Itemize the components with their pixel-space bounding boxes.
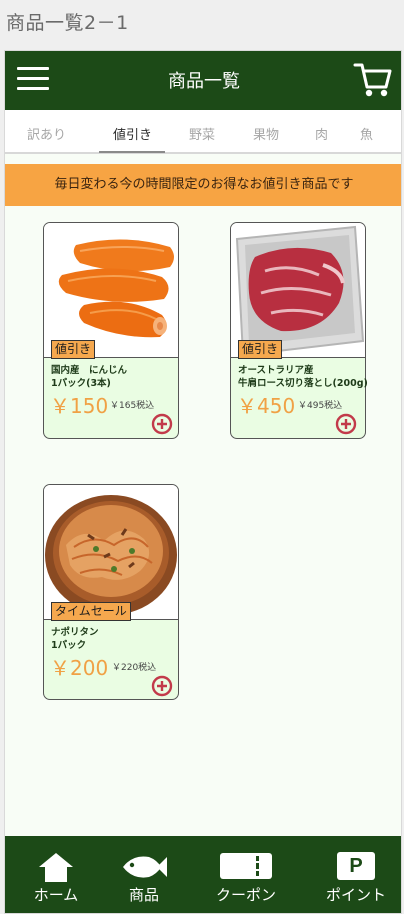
nav-point-label: ポイント: [325, 886, 386, 904]
tab-meat[interactable]: 肉: [315, 124, 328, 143]
add-to-cart-plus-icon[interactable]: [151, 413, 173, 435]
nav-point[interactable]: P ポイント: [311, 836, 401, 913]
tab-fruits[interactable]: 果物: [253, 124, 279, 143]
nav-coupon[interactable]: クーポン: [201, 836, 291, 913]
point-icon: P: [311, 852, 401, 882]
tab-discount[interactable]: 値引き: [113, 124, 152, 143]
fish-icon: [99, 852, 189, 882]
product-name: 国内産 にんじん 1パック(3本): [51, 365, 128, 389]
point-glyph: P: [337, 852, 375, 880]
nav-products-label: 商品: [128, 886, 159, 904]
page-title: 商品一覧: [168, 71, 240, 92]
home-icon: [11, 852, 101, 882]
product-card[interactable]: タイムセール ナポリタン 1パック ￥200 ￥220税込: [43, 484, 179, 700]
product-image-beef: [231, 223, 365, 358]
product-price: ￥150: [50, 394, 109, 418]
add-to-cart-plus-icon[interactable]: [335, 413, 357, 435]
product-price: ￥450: [237, 394, 296, 418]
product-tax-price: ￥220税込: [112, 663, 157, 673]
nav-home-label: ホーム: [33, 886, 79, 904]
tab-wakeari[interactable]: 訳あり: [27, 124, 66, 143]
cart-icon[interactable]: [353, 61, 393, 99]
active-tab-indicator: [99, 151, 165, 153]
product-card[interactable]: 値引き 国内産 にんじん 1パック(3本) ￥150 ￥165税込: [43, 222, 179, 439]
product-image-carrots: [44, 223, 178, 358]
time-sale-tag: タイムセール: [51, 602, 131, 621]
page-label: 商品一覧2－1: [6, 12, 129, 34]
product-tax-price: ￥165税込: [110, 401, 155, 411]
bottom-navigation: ホーム 商品 クーポン P ポイント: [5, 836, 401, 913]
add-to-cart-plus-icon[interactable]: [151, 675, 173, 697]
product-image-napolitan: [44, 485, 178, 620]
discount-tag: 値引き: [238, 340, 283, 359]
product-tax-price: ￥495税込: [298, 401, 343, 411]
promo-banner: 毎日変わる今の時間限定のお得なお値引き商品です: [5, 164, 401, 206]
product-card[interactable]: 値引き オーストラリア産 牛肩ロース切り落とし(200g) ￥450 ￥495税…: [230, 222, 368, 439]
app-header: 商品一覧: [5, 51, 401, 110]
product-price: ￥200: [50, 656, 109, 680]
product-name: オーストラリア産 牛肩ロース切り落とし(200g): [238, 365, 368, 389]
tab-vegetables[interactable]: 野菜: [189, 124, 215, 143]
phone-screen: 商品一覧 訳あり 値引き 野菜 果物 肉 魚 毎日変わる今の時間限定のお得なお値…: [4, 50, 402, 914]
discount-tag: 値引き: [51, 340, 96, 359]
nav-products[interactable]: 商品: [99, 836, 189, 913]
nav-coupon-label: クーポン: [215, 886, 276, 904]
coupon-icon: [201, 852, 291, 882]
product-name: ナポリタン 1パック: [51, 627, 99, 651]
category-tabs: 訳あり 値引き 野菜 果物 肉 魚: [5, 110, 401, 154]
tab-fish[interactable]: 魚: [360, 124, 373, 143]
nav-home[interactable]: ホーム: [11, 836, 101, 913]
